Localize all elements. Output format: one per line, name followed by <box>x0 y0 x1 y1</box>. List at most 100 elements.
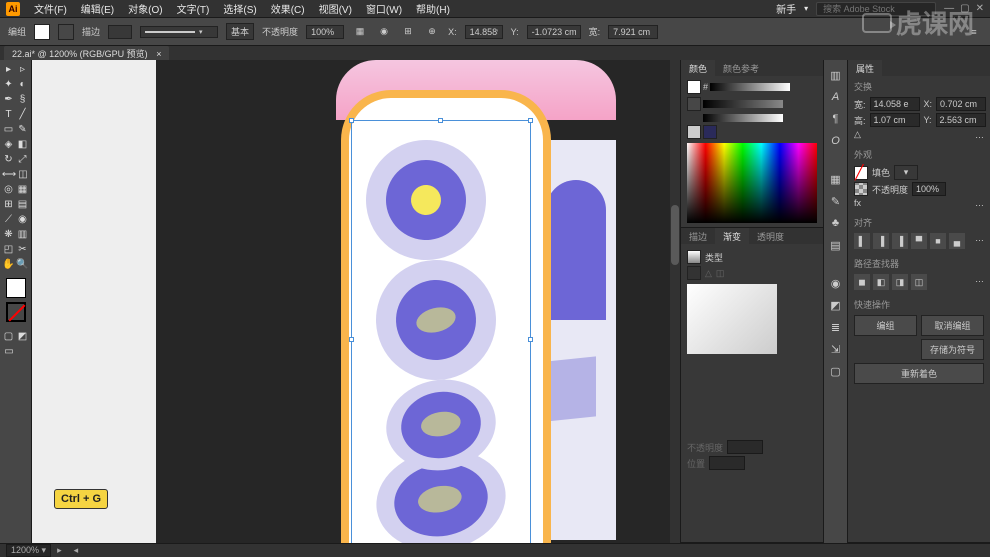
gradient-editor[interactable] <box>687 284 777 354</box>
zoom-dropdown[interactable]: 1200% ▾ <box>6 544 51 557</box>
scale-tool[interactable]: ⤢ <box>16 152 29 166</box>
w-input[interactable] <box>608 25 658 39</box>
bright-slider[interactable] <box>703 114 783 122</box>
menu-file[interactable]: 文件(F) <box>34 1 67 16</box>
pen-tool[interactable]: ✒ <box>2 92 15 106</box>
menu-type[interactable]: 文字(T) <box>177 1 210 16</box>
shaper-tool[interactable]: ◈ <box>2 137 15 151</box>
menu-effect[interactable]: 效果(C) <box>271 1 305 16</box>
zoom-tool[interactable]: 🔍 <box>16 257 29 271</box>
tab-properties[interactable]: 属性 <box>848 60 882 77</box>
prop-x-input[interactable] <box>936 97 986 111</box>
tab-stroke[interactable]: 描边 <box>681 228 715 245</box>
brushes-icon[interactable]: ✎ <box>827 192 845 210</box>
width-tool[interactable]: ⟷ <box>2 167 16 181</box>
prop-fill-swatch[interactable]: ╱ <box>854 166 868 180</box>
ungroup-button[interactable]: 取消编组 <box>921 315 984 336</box>
libraries-icon[interactable]: ▥ <box>827 66 845 84</box>
canvas[interactable] <box>32 60 680 543</box>
prop-opacity-input[interactable] <box>912 182 946 196</box>
tab-gradient[interactable]: 渐变 <box>715 228 749 245</box>
draw-mode-normal[interactable]: ▢ <box>2 329 15 343</box>
artboards-icon[interactable]: ▢ <box>827 362 845 380</box>
magic-wand-tool[interactable]: ✦ <box>2 77 15 91</box>
menu-select[interactable]: 选择(S) <box>223 1 256 16</box>
pathfinder-intersect[interactable]: ◨ <box>892 274 908 290</box>
recolor-button[interactable]: 重新着色 <box>854 363 984 384</box>
slice-tool[interactable]: ✂ <box>16 242 29 256</box>
maximize-icon[interactable]: ▢ <box>960 3 969 14</box>
pathfinder-unite[interactable]: ◼ <box>854 274 870 290</box>
rectangle-tool[interactable]: ▭ <box>2 122 15 136</box>
links-icon[interactable]: ▦ <box>827 170 845 188</box>
gradient-preview[interactable] <box>687 250 701 264</box>
tab-color[interactable]: 颜色 <box>681 60 715 77</box>
shape-builder-tool[interactable]: ◎ <box>2 182 15 196</box>
screen-mode[interactable]: ▭ <box>2 344 16 358</box>
artboard-tool[interactable]: ◰ <box>2 242 15 256</box>
crosshair-icon[interactable]: ⊕ <box>424 24 440 40</box>
color-fill-swatch[interactable] <box>687 80 701 94</box>
prop-w-input[interactable] <box>870 97 920 111</box>
stop-opacity-input[interactable] <box>727 440 763 454</box>
blend-tool[interactable]: ◉ <box>16 212 29 226</box>
opentype-icon[interactable]: O <box>827 132 845 150</box>
vertical-scrollbar[interactable] <box>670 60 680 543</box>
style-dropdown[interactable]: 基本 <box>226 23 254 40</box>
prop-opacity-swatch[interactable] <box>854 182 868 196</box>
stroke-color-swatch[interactable] <box>6 302 26 322</box>
color-spectrum[interactable] <box>687 143 817 223</box>
pathfinder-exclude[interactable]: ◫ <box>911 274 927 290</box>
appearance-icon[interactable]: ◉ <box>827 274 845 292</box>
last-color-swatch[interactable] <box>703 125 717 139</box>
layers-icon[interactable]: ≣ <box>827 318 845 336</box>
menu-view[interactable]: 视图(V) <box>319 1 352 16</box>
save-symbol-button[interactable]: 存储为符号 <box>921 339 984 360</box>
type-tool[interactable]: T <box>2 107 15 121</box>
swatches-icon[interactable]: ▤ <box>827 236 845 254</box>
stroke-swatch[interactable] <box>58 24 74 40</box>
prop-y-input[interactable] <box>936 113 986 127</box>
gradient-tool[interactable]: ▤ <box>16 197 29 211</box>
hand-tool[interactable]: ✋ <box>2 257 15 271</box>
tab-transparency[interactable]: 透明度 <box>749 228 792 245</box>
gradient-stroke-swatch[interactable] <box>687 266 701 280</box>
fx-icon[interactable]: fx <box>854 198 861 208</box>
none-swatch[interactable] <box>687 125 701 139</box>
menu-help[interactable]: 帮助(H) <box>416 1 450 16</box>
paragraph-icon[interactable]: ¶ <box>827 110 845 128</box>
fill-swatch[interactable] <box>34 24 50 40</box>
y-input[interactable] <box>527 25 581 39</box>
character-icon[interactable]: A <box>827 88 845 106</box>
align-icon[interactable]: ⊞ <box>400 24 416 40</box>
panel-menu-icon[interactable]: ≡ <box>966 24 982 40</box>
align-hcenter[interactable]: ▐ <box>873 233 889 249</box>
align-top[interactable]: ▀ <box>911 233 927 249</box>
fill-color-swatch[interactable] <box>6 278 26 298</box>
tab-color-guide[interactable]: 颜色参考 <box>715 60 767 77</box>
sat-slider[interactable] <box>703 100 783 108</box>
curvature-tool[interactable]: § <box>16 92 29 106</box>
menu-edit[interactable]: 编辑(E) <box>81 1 114 16</box>
stroke-profile-dropdown[interactable]: ▾ <box>140 26 218 38</box>
graphic-styles-icon[interactable]: ◩ <box>827 296 845 314</box>
prop-h-input[interactable] <box>870 113 920 127</box>
paintbrush-tool[interactable]: ✎ <box>16 122 29 136</box>
opacity-input[interactable] <box>306 25 344 39</box>
pathfinder-minus[interactable]: ◧ <box>873 274 889 290</box>
recolor-icon[interactable]: ◉ <box>376 24 392 40</box>
asset-export-icon[interactable]: ⇲ <box>827 340 845 358</box>
free-transform-tool[interactable]: ◫ <box>17 167 29 181</box>
minimize-icon[interactable]: — <box>944 3 954 14</box>
rotate-tool[interactable]: ↻ <box>2 152 15 166</box>
selection-tool[interactable]: ▸ <box>2 62 15 76</box>
align-vcenter[interactable]: ■ <box>930 233 946 249</box>
menu-object[interactable]: 对象(O) <box>128 1 162 16</box>
document-tab[interactable]: 22.ai* @ 1200% (RGB/GPU 预览) × <box>4 46 169 61</box>
stroke-width-input[interactable] <box>108 25 132 39</box>
eyedropper-tool[interactable]: ⟋ <box>2 212 15 226</box>
graph-tool[interactable]: ▥ <box>16 227 29 241</box>
align-left[interactable]: ▌ <box>854 233 870 249</box>
align-right[interactable]: ▐ <box>892 233 908 249</box>
symbols-icon[interactable]: ♣ <box>827 214 845 232</box>
